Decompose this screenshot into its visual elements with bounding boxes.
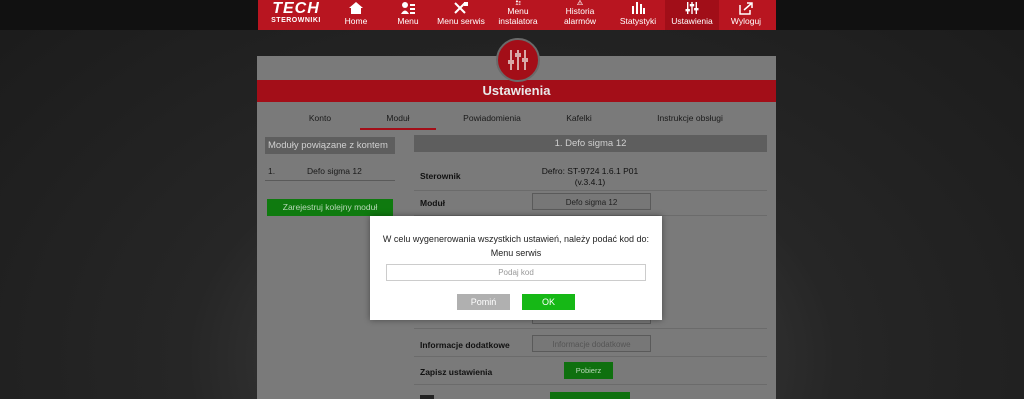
module-heading: 1. Defo sigma 12 bbox=[414, 135, 767, 152]
sterownik-label: Sterownik bbox=[420, 171, 461, 181]
dialog-message-line2: Menu serwis bbox=[490, 248, 542, 258]
row-label-partial bbox=[420, 395, 434, 399]
tab-instrukcje[interactable]: Instrukcje obsługi bbox=[637, 108, 743, 128]
nav-wyloguj[interactable]: Wyloguj bbox=[726, 0, 766, 30]
tools-icon bbox=[454, 2, 468, 14]
sidebar-heading: Moduły powiązane z kontem bbox=[265, 137, 395, 154]
stats-icon bbox=[632, 2, 645, 14]
settings-icon bbox=[508, 50, 528, 70]
dialog-message-line1: W celu wygenerowania wszystkich ustawień… bbox=[382, 234, 650, 244]
nav-menu[interactable]: Menu bbox=[388, 0, 428, 30]
save-settings-label: Zapisz ustawienia bbox=[420, 367, 493, 377]
alarm-icon bbox=[577, 0, 583, 5]
divider bbox=[414, 356, 767, 357]
logo[interactable]: TECH STEROWNIKI bbox=[266, 0, 326, 28]
nav-label: Ustawienia bbox=[671, 16, 713, 26]
nav-label: Menu instalatora bbox=[498, 6, 538, 26]
nav-label: Statystyki bbox=[619, 16, 657, 26]
sterownik-value-line2: (v.3.4.1) bbox=[574, 177, 606, 187]
info-label: Informacje dodatkowe bbox=[420, 340, 510, 350]
divider bbox=[414, 384, 767, 385]
tab-konto[interactable]: Konto bbox=[294, 108, 346, 128]
settings-icon bbox=[685, 2, 699, 14]
nav-home[interactable]: Home bbox=[336, 0, 376, 30]
module-number: 1. bbox=[268, 166, 276, 176]
logo-line2: STEROWNIKI bbox=[271, 17, 321, 24]
home-icon bbox=[349, 2, 363, 14]
tabs: Konto Moduł Powiadomienia Kafelki Instru… bbox=[257, 108, 776, 130]
dialog-message: W celu wygenerowania wszystkich ustawień… bbox=[370, 232, 662, 260]
nav-label: Home bbox=[344, 16, 368, 26]
skip-button[interactable]: Pomiń bbox=[457, 294, 510, 310]
tab-kafelki[interactable]: Kafelki bbox=[550, 108, 608, 128]
logout-icon bbox=[739, 2, 753, 15]
list-item[interactable]: 1. Defo sigma 12 bbox=[265, 163, 395, 181]
module-name: Defo sigma 12 bbox=[307, 166, 362, 176]
code-input[interactable] bbox=[386, 264, 646, 281]
code-dialog: W celu wygenerowania wszystkich ustawień… bbox=[370, 216, 662, 320]
nav-ustawienia[interactable]: Ustawienia bbox=[665, 0, 719, 30]
tab-modul[interactable]: Moduł bbox=[360, 108, 436, 128]
divider bbox=[414, 328, 767, 329]
nav-label: Menu bbox=[397, 16, 419, 26]
nav-label: Menu serwis bbox=[437, 16, 485, 26]
ok-button[interactable]: OK bbox=[522, 294, 575, 310]
active-tab-indicator bbox=[360, 128, 436, 130]
modul-value: Defo sigma 12 bbox=[532, 193, 651, 210]
nav-menu-serwis[interactable]: Menu serwis bbox=[436, 0, 486, 30]
tab-powiadomienia[interactable]: Powiadomienia bbox=[452, 108, 532, 128]
register-module-button[interactable]: Zarejestruj kolejny moduł bbox=[267, 199, 393, 216]
action-button-partial[interactable] bbox=[550, 392, 630, 399]
menu-icon bbox=[401, 2, 415, 14]
installer-icon bbox=[515, 0, 521, 5]
modul-label: Moduł bbox=[420, 198, 446, 208]
info-field[interactable]: Informacje dodatkowe bbox=[532, 335, 651, 352]
nav-menu-instalatora[interactable]: Menu instalatora bbox=[488, 0, 548, 30]
nav-label: Wyloguj bbox=[730, 16, 762, 26]
divider bbox=[414, 190, 767, 191]
sterownik-value-line1: Defro: ST-9724 1.6.1 P01 bbox=[541, 166, 639, 176]
logo-line1: TECH bbox=[272, 0, 320, 17]
settings-badge bbox=[496, 38, 540, 82]
nav-statystyki[interactable]: Statystyki bbox=[616, 0, 660, 30]
nav-label: Historia alarmów bbox=[563, 6, 597, 26]
download-button[interactable]: Pobierz bbox=[564, 362, 613, 379]
nav-historia-alarmow[interactable]: Historia alarmów bbox=[549, 0, 611, 30]
